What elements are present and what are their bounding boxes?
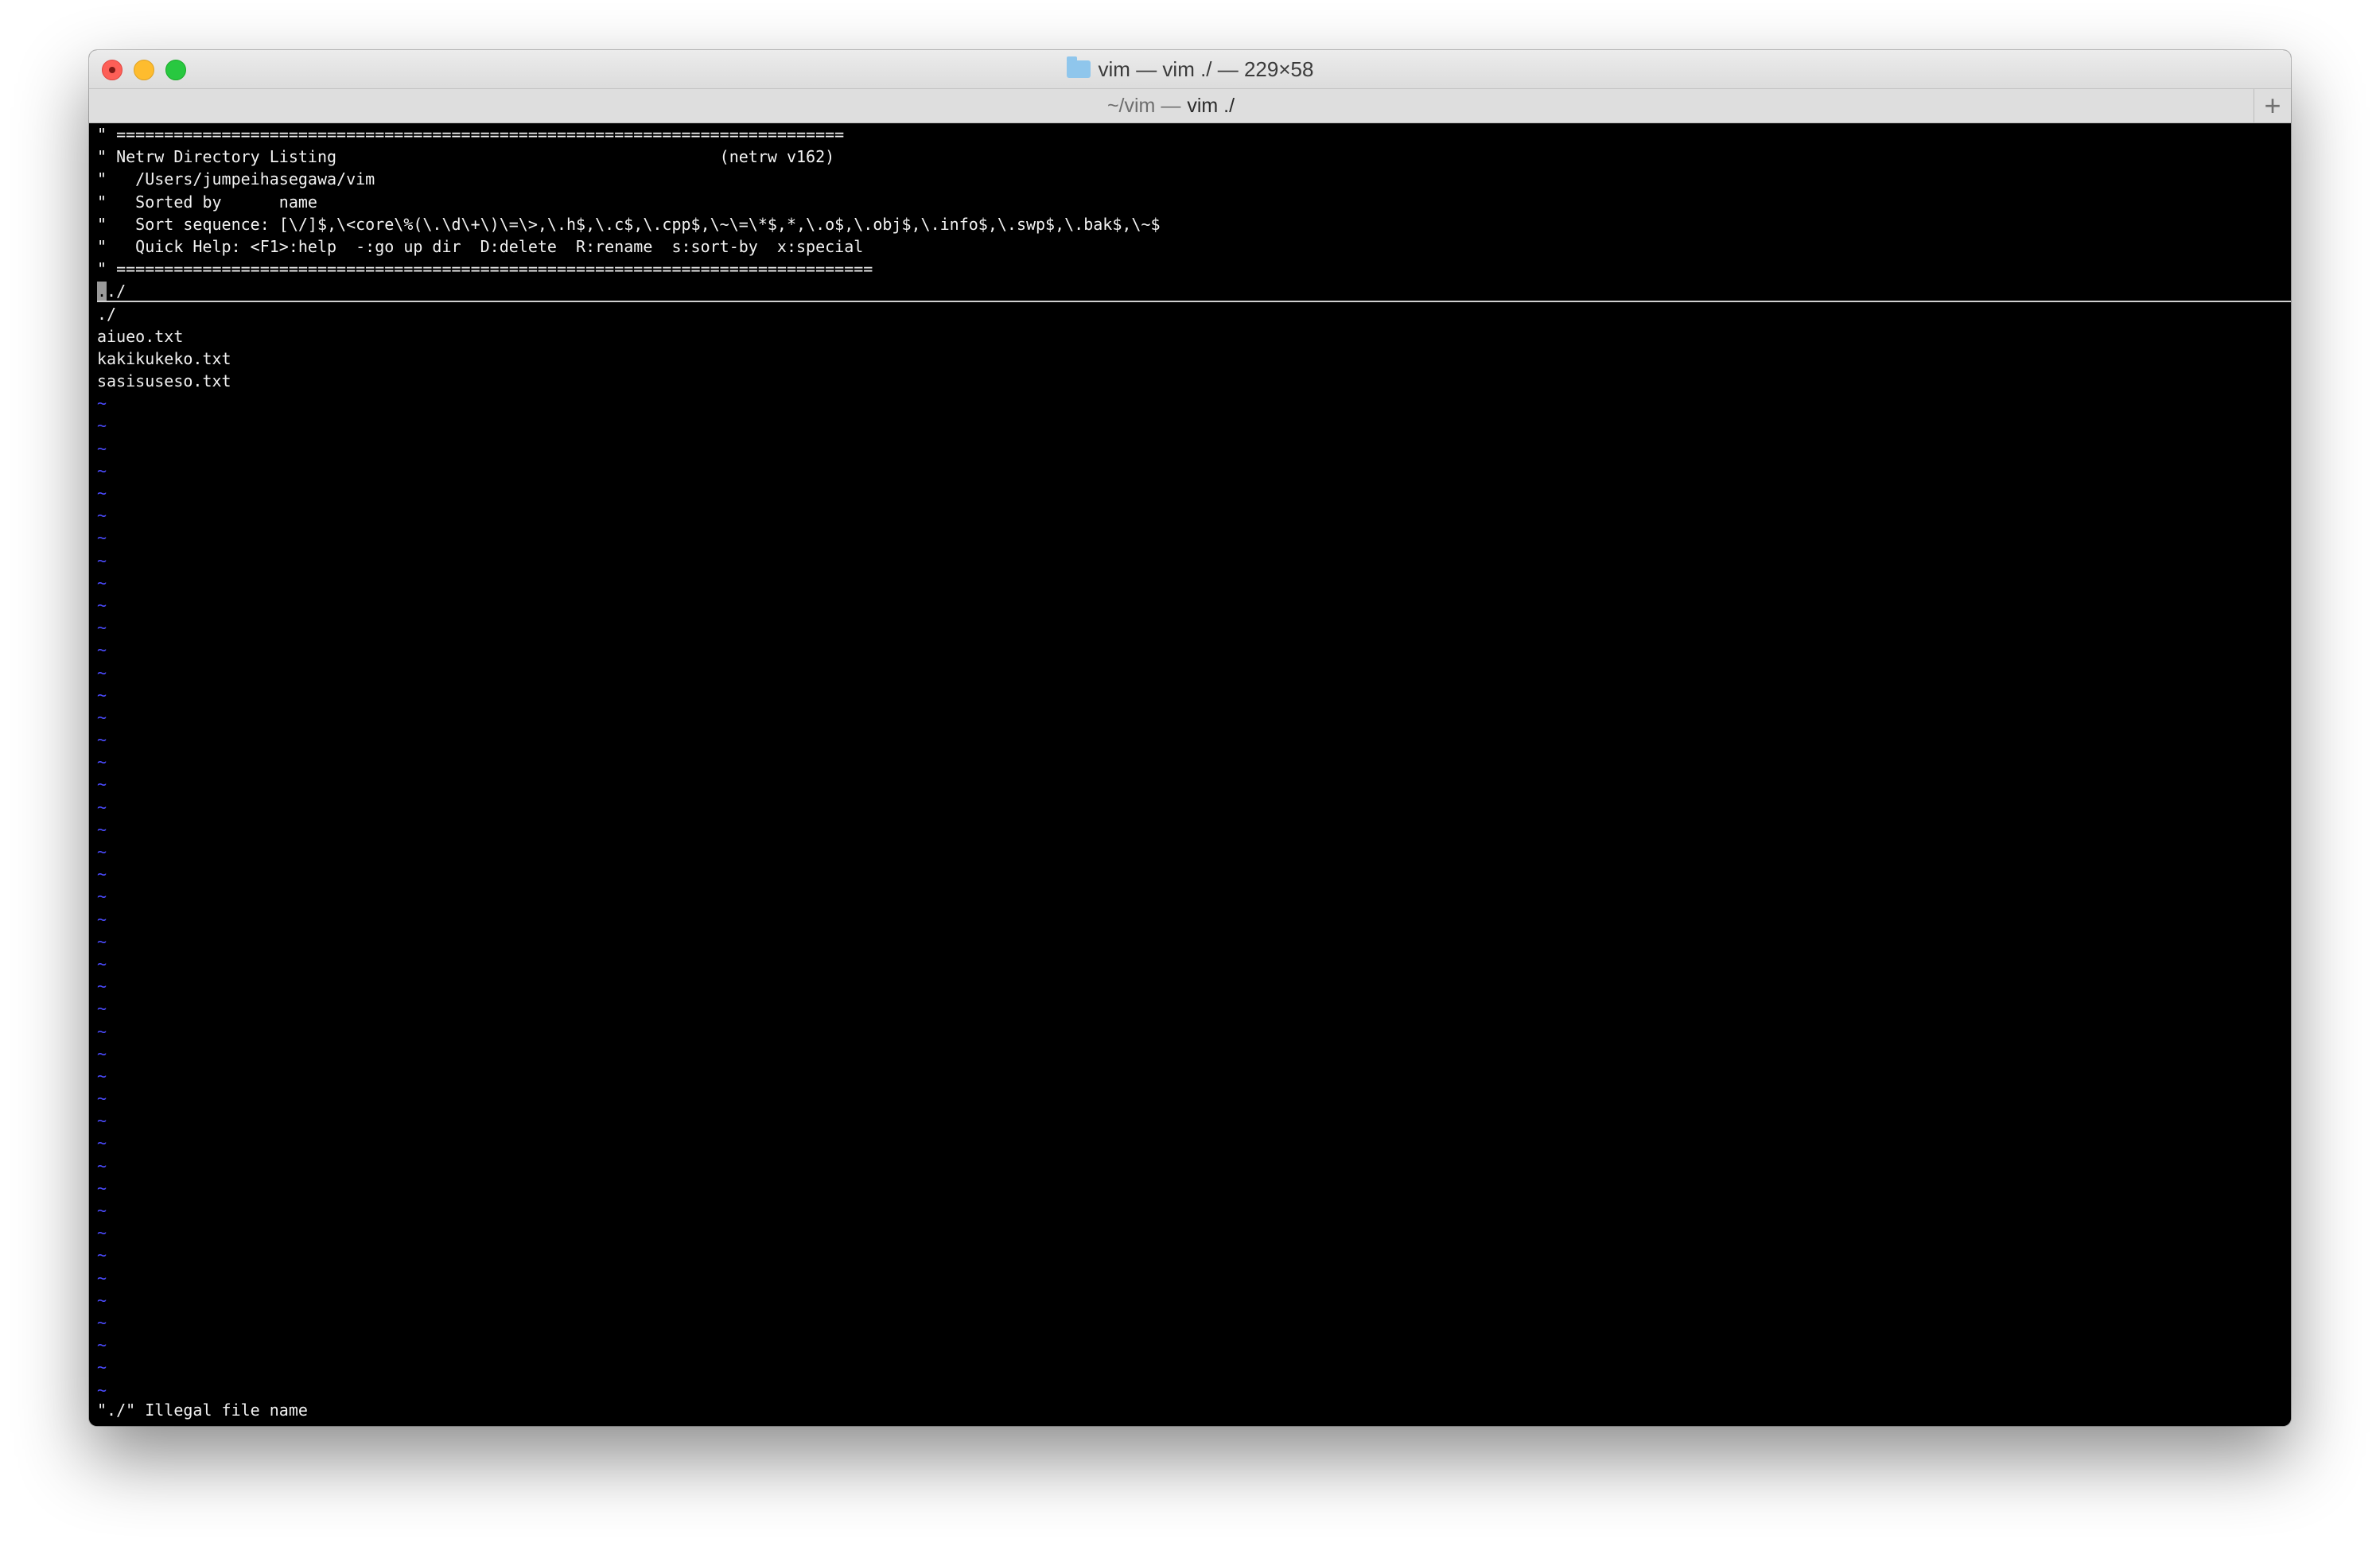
- tilde-line: ~: [97, 1066, 107, 1086]
- tilde-line: ~: [97, 550, 107, 570]
- tilde-line: ~: [97, 662, 107, 682]
- new-tab-button[interactable]: +: [2254, 89, 2291, 122]
- tilde-line: ~: [97, 1089, 107, 1109]
- banner-line: " /Users/jumpeihasegawa/vim: [97, 169, 375, 189]
- tilde-line: ~: [97, 730, 107, 750]
- tilde-line: ~: [97, 797, 107, 817]
- terminal-content[interactable]: " ======================================…: [89, 123, 2291, 1426]
- empty-buffer-lines: ~ ~ ~ ~ ~ ~ ~ ~ ~ ~ ~ ~ ~ ~ ~ ~ ~ ~ ~ ~ ~ ~ ~ ~ ~ ~ ~ ~ ~ ~ ~ ~ ~ ~ ~ ~ ~ ~ ~ ~…: [97, 392, 2291, 1401]
- tilde-line: ~: [97, 842, 107, 861]
- tilde-line: ~: [97, 640, 107, 660]
- tilde-line: ~: [97, 1380, 107, 1400]
- tilde-line: ~: [97, 685, 107, 705]
- tilde-line: ~: [97, 484, 107, 503]
- plus-icon: +: [2264, 89, 2281, 122]
- tilde-line: ~: [97, 1156, 107, 1175]
- tilde-line: ~: [97, 977, 107, 997]
- tilde-line: ~: [97, 707, 107, 727]
- tab-bar: ~/vim — vim ./ +: [89, 89, 2291, 123]
- tilde-line: ~: [97, 1178, 107, 1198]
- tilde-line: ~: [97, 931, 107, 951]
- tilde-line: ~: [97, 1335, 107, 1355]
- tilde-line: ~: [97, 506, 107, 526]
- banner-line: " ======================================…: [97, 259, 873, 279]
- tilde-line: ~: [97, 1290, 107, 1310]
- tilde-line: ~: [97, 1358, 107, 1377]
- list-item[interactable]: kakikukeko.txt: [97, 348, 2291, 370]
- window-title-text: vim — vim ./ — 229×58: [1098, 56, 1314, 81]
- tilde-line: ~: [97, 394, 107, 414]
- tilde-line: ~: [97, 954, 107, 973]
- terminal-window: vim — vim ./ — 229×58 ~/vim — vim ./ + "…: [89, 50, 2291, 1426]
- tilde-line: ~: [97, 775, 107, 794]
- cursor-line-text: ./: [107, 282, 126, 301]
- tilde-line: ~: [97, 909, 107, 929]
- banner-line: " Sort sequence: [\/]$,\<core\%(\.\d\+\)…: [97, 214, 1161, 234]
- netrw-banner: " ======================================…: [97, 123, 2291, 280]
- tab-vim[interactable]: ~/vim — vim ./: [89, 89, 2253, 122]
- cursor-line-entry[interactable]: ../: [97, 280, 2291, 302]
- title-bar[interactable]: vim — vim ./ — 229×58: [89, 50, 2291, 89]
- banner-line: " ======================================…: [97, 125, 845, 144]
- tilde-line: ~: [97, 1245, 107, 1265]
- tilde-line: ~: [97, 1268, 107, 1288]
- tab-path: ~/vim —: [1106, 94, 1181, 117]
- banner-line: " Sorted by name: [97, 192, 317, 212]
- tilde-line: ~: [97, 438, 107, 458]
- list-item[interactable]: ./: [97, 303, 2291, 325]
- tilde-line: ~: [97, 752, 107, 772]
- tilde-line: ~: [97, 416, 107, 436]
- list-item[interactable]: aiueo.txt: [97, 325, 2291, 348]
- tilde-line: ~: [97, 1223, 107, 1243]
- text-cursor: .: [97, 282, 107, 301]
- folder-icon: [1066, 56, 1091, 78]
- window-title: vim — vim ./ — 229×58: [89, 50, 2291, 88]
- tilde-line: ~: [97, 819, 107, 839]
- tilde-line: ~: [97, 618, 107, 638]
- list-item[interactable]: sasisuseso.txt: [97, 370, 2291, 392]
- tilde-line: ~: [97, 1133, 107, 1153]
- tilde-line: ~: [97, 595, 107, 615]
- tilde-line: ~: [97, 1111, 107, 1131]
- tilde-line: ~: [97, 999, 107, 1019]
- tilde-line: ~: [97, 864, 107, 884]
- tilde-line: ~: [97, 1021, 107, 1041]
- banner-line: " Netrw Directory Listing (netrw v162): [97, 147, 835, 167]
- tilde-line: ~: [97, 528, 107, 548]
- tilde-line: ~: [97, 460, 107, 480]
- tilde-line: ~: [97, 1312, 107, 1332]
- tilde-line: ~: [97, 1043, 107, 1063]
- tilde-line: ~: [97, 1201, 107, 1220]
- command-line-message: "./" Illegal file name: [97, 1401, 308, 1420]
- tilde-line: ~: [97, 573, 107, 592]
- banner-line: " Quick Help: <F1>:help -:go up dir D:de…: [97, 236, 864, 256]
- tab-command: vim ./: [1187, 94, 1235, 117]
- tilde-line: ~: [97, 887, 107, 907]
